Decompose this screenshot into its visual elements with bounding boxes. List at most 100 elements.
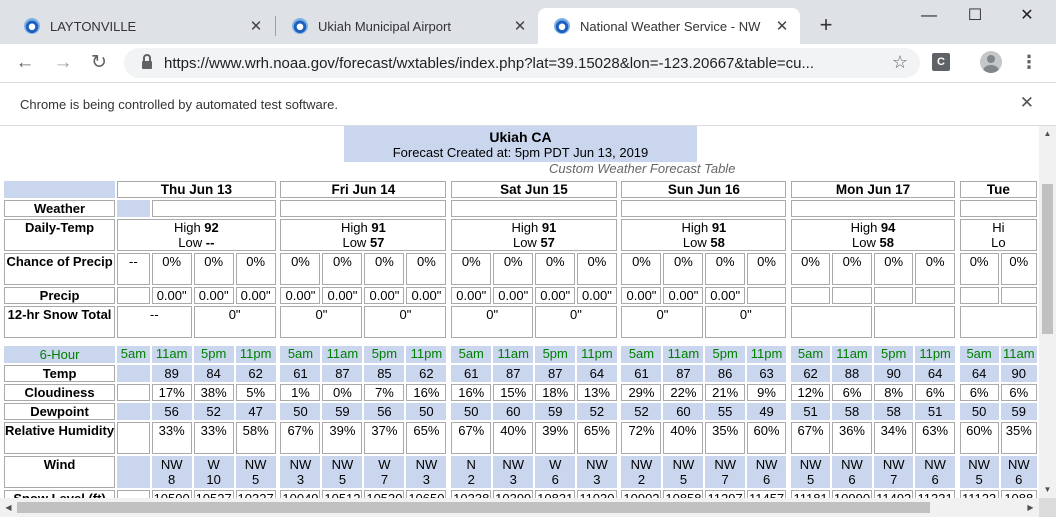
column-gap [448, 346, 450, 363]
cloudiness-cell: 7% [364, 384, 405, 401]
browser-toolbar: ← → ↻ https://www.wrh.noaa.gov/forecast/… [0, 44, 1056, 82]
column-gap [788, 306, 790, 338]
cloudiness-cell: 38% [193, 384, 234, 401]
scroll-down-icon[interactable]: ▼ [1039, 482, 1056, 498]
cloudiness-cell [117, 384, 150, 401]
tab-close-icon[interactable]: ✕ [772, 17, 792, 35]
wind-direction: W [207, 457, 220, 472]
bookmark-star-icon[interactable]: ☆ [892, 52, 908, 73]
humidity-cell: 34% [873, 422, 914, 454]
wind-cell: NW 7 [705, 456, 745, 488]
tab-nws-active[interactable]: National Weather Service - NW ✕ [538, 8, 800, 44]
hour-header-cell: 5am [451, 346, 492, 363]
minimize-button[interactable]: — [906, 4, 952, 28]
wind-cell: W7 [364, 456, 405, 488]
column-gap [956, 346, 958, 363]
column-gap [788, 287, 790, 304]
wind-speed: 5 [806, 472, 815, 487]
wind-speed: 3 [422, 472, 431, 487]
wind-direction: NW [289, 457, 312, 472]
temp-cell: 62 [235, 365, 276, 382]
snow-total-cell: 0" [364, 306, 447, 338]
row-label-daily_temp: Daily-Temp [4, 219, 116, 251]
forward-arrow-icon[interactable]: → [50, 50, 76, 76]
humidity-cell: 67% [791, 422, 830, 454]
profile-avatar-icon[interactable] [980, 51, 1002, 73]
scrollbar-thumb[interactable] [1042, 184, 1053, 334]
kebab-menu-icon[interactable]: ⋮ [1020, 50, 1038, 74]
chance-precip-cell: 0% [577, 253, 617, 285]
wind-cell: NW 3 [493, 456, 534, 488]
scroll-up-icon[interactable]: ▲ [1039, 126, 1056, 142]
dewpoint-cell: 49 [746, 403, 787, 420]
temp-cell: 90 [873, 365, 914, 382]
column-gap [956, 422, 958, 454]
row-label-dewpoint: Dewpoint [4, 403, 116, 420]
tab-ukiah-airport[interactable]: Ukiah Municipal Airport ✕ [276, 8, 538, 44]
scroll-right-icon[interactable]: ▶ [1022, 498, 1039, 517]
column-gap [956, 219, 958, 251]
column-gap [956, 490, 958, 498]
column-gap [277, 287, 279, 304]
close-window-button[interactable]: ✕ [1004, 4, 1050, 28]
wind-speed: 10 [206, 472, 221, 487]
column-gap [618, 200, 620, 217]
daily-temp-cell: High 91 Low 57 [451, 219, 617, 251]
wind-direction: W [378, 457, 391, 472]
row-label-blank [4, 181, 116, 198]
scrollbar-thumb[interactable] [17, 502, 930, 513]
weather-cell [959, 200, 1037, 217]
tab-close-icon[interactable]: ✕ [246, 17, 266, 35]
vertical-scrollbar[interactable]: ▲ ▼ [1039, 126, 1056, 498]
snow-total-cell [791, 306, 872, 338]
wind-speed: 7 [721, 472, 729, 487]
infobar-close-icon[interactable]: ✕ [1020, 93, 1034, 113]
url-text[interactable]: https://www.wrh.noaa.gov/forecast/wxtabl… [164, 55, 884, 72]
maximize-button[interactable]: ☐ [952, 4, 998, 28]
chance-precip-cell: 0% [746, 253, 787, 285]
reload-icon[interactable]: ↻ [86, 50, 112, 76]
chance-precip-cell: 0% [235, 253, 276, 285]
address-bar[interactable]: https://www.wrh.noaa.gov/forecast/wxtabl… [124, 48, 920, 78]
chance-precip-cell: 0% [832, 253, 872, 285]
wind-cell: NW 6 [1000, 456, 1037, 488]
dewpoint-cell: 47 [235, 403, 276, 420]
cloudiness-cell: 6% [1000, 384, 1037, 401]
horizontal-scrollbar[interactable]: ◀ ▶ [0, 498, 1039, 517]
dewpoint-cell [117, 403, 150, 420]
precip-cell: 0.00" [663, 287, 704, 304]
wind-speed: 5 [679, 472, 688, 487]
precip-cell: 0.00" [621, 287, 662, 304]
wind-speed: 3 [296, 472, 305, 487]
column-gap [618, 456, 620, 488]
humidity-cell: 60% [959, 422, 999, 454]
column-gap [788, 346, 790, 363]
wind-cell: NW 6 [915, 456, 955, 488]
column-gap [618, 365, 620, 382]
cloudiness-cell: 13% [577, 384, 617, 401]
precip-cell: 0.00" [193, 287, 234, 304]
dewpoint-cell: 52 [621, 403, 662, 420]
chance-precip-cell: 0% [705, 253, 745, 285]
precip-cell [915, 287, 955, 304]
extension-icon[interactable]: C [932, 53, 950, 71]
precip-cell [832, 287, 872, 304]
snow-total-cell [873, 306, 955, 338]
hour-header-cell: 11pm [577, 346, 617, 363]
snow-level-cell: 11030 [577, 490, 617, 498]
daily-temp-cell: Hi Lo [959, 219, 1037, 251]
new-tab-button[interactable]: + [813, 12, 839, 38]
dewpoint-cell: 50 [451, 403, 492, 420]
tab-close-icon[interactable]: ✕ [510, 17, 530, 35]
tab-laytonville[interactable]: LAYTONVILLE ✕ [8, 8, 274, 44]
back-arrow-icon[interactable]: ← [12, 50, 38, 76]
dewpoint-cell: 59 [322, 403, 363, 420]
wind-speed: 2 [467, 472, 475, 487]
day-header: Fri Jun 14 [280, 181, 447, 198]
wind-direction: NW [882, 457, 905, 472]
scrollbar-corner [1039, 498, 1056, 517]
hour-header-cell: 11pm [406, 346, 447, 363]
chance-precip-cell: 0% [1000, 253, 1037, 285]
scroll-left-icon[interactable]: ◀ [0, 498, 17, 517]
temp-cell: 61 [621, 365, 662, 382]
